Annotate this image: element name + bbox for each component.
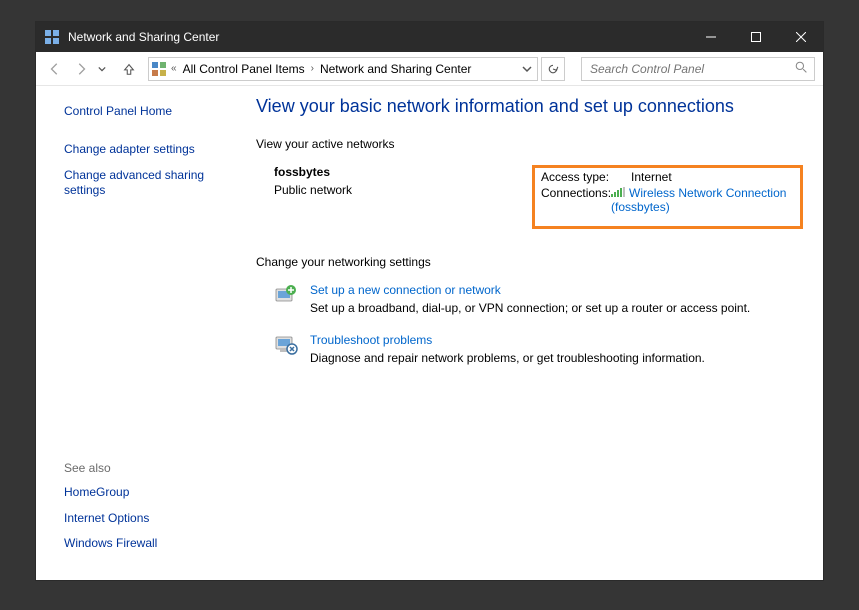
sidebar-item-sharing[interactable]: Change advanced sharing settings <box>64 168 214 199</box>
search-input[interactable] <box>588 61 795 77</box>
network-name: fossbytes <box>274 165 532 179</box>
breadcrumb-root-icon <box>151 61 167 77</box>
task-troubleshoot: Troubleshoot problems Diagnose and repai… <box>274 333 803 365</box>
window-title: Network and Sharing Center <box>68 30 219 44</box>
wifi-signal-icon <box>611 186 625 196</box>
task-setup-desc: Set up a broadband, dial-up, or VPN conn… <box>310 301 750 315</box>
access-type-value: Internet <box>631 170 672 184</box>
access-type-label: Access type: <box>541 170 631 184</box>
breadcrumb-dropdown-icon[interactable] <box>519 64 535 74</box>
up-button[interactable] <box>118 58 140 80</box>
connection-link-text: Wireless Network Connection (fossbytes) <box>611 186 786 214</box>
main-content: View your basic network information and … <box>256 86 823 580</box>
close-button[interactable] <box>778 22 823 52</box>
sidebar-item-adapter[interactable]: Change adapter settings <box>64 142 246 158</box>
active-network-block: fossbytes Public network Access type: In… <box>274 165 803 229</box>
history-dropdown-icon[interactable] <box>96 65 108 73</box>
sidebar: Control Panel Home Change adapter settin… <box>36 86 256 580</box>
breadcrumb-overflow[interactable]: « <box>169 63 179 74</box>
troubleshoot-icon <box>274 333 298 357</box>
maximize-button[interactable] <box>733 22 778 52</box>
breadcrumb-item-current[interactable]: Network and Sharing Center <box>318 62 473 76</box>
page-heading: View your basic network information and … <box>256 96 803 117</box>
window-frame: Network and Sharing Center « <box>36 22 823 580</box>
change-settings-label: Change your networking settings <box>256 255 803 269</box>
search-box[interactable] <box>581 57 815 81</box>
connection-link[interactable]: Wireless Network Connection (fossbytes) <box>611 186 794 214</box>
breadcrumb-item-all[interactable]: All Control Panel Items <box>181 62 307 76</box>
active-networks-label: View your active networks <box>256 137 803 151</box>
control-panel-home-link[interactable]: Control Panel Home <box>64 104 246 118</box>
minimize-button[interactable] <box>688 22 733 52</box>
seealso-internet-options[interactable]: Internet Options <box>64 511 246 527</box>
connections-label: Connections: <box>541 186 611 214</box>
title-bar: Network and Sharing Center <box>36 22 823 52</box>
seealso-firewall[interactable]: Windows Firewall <box>64 536 246 552</box>
connection-details-highlight: Access type: Internet Connections: Wirel… <box>532 165 803 229</box>
address-bar: « All Control Panel Items › Network and … <box>36 52 823 86</box>
chevron-right-icon: › <box>309 63 316 74</box>
setup-connection-icon <box>274 283 298 307</box>
task-setup-connection: Set up a new connection or network Set u… <box>274 283 803 315</box>
search-icon <box>795 61 808 77</box>
seealso-homegroup[interactable]: HomeGroup <box>64 485 246 501</box>
see-also-label: See also <box>64 461 246 475</box>
refresh-button[interactable] <box>541 57 565 81</box>
network-type: Public network <box>274 183 532 197</box>
task-setup-title[interactable]: Set up a new connection or network <box>310 283 750 297</box>
app-icon <box>44 29 60 45</box>
task-troubleshoot-desc: Diagnose and repair network problems, or… <box>310 351 705 365</box>
back-button[interactable] <box>44 58 66 80</box>
breadcrumb-bar[interactable]: « All Control Panel Items › Network and … <box>148 57 538 81</box>
task-troubleshoot-title[interactable]: Troubleshoot problems <box>310 333 705 347</box>
forward-button[interactable] <box>70 58 92 80</box>
